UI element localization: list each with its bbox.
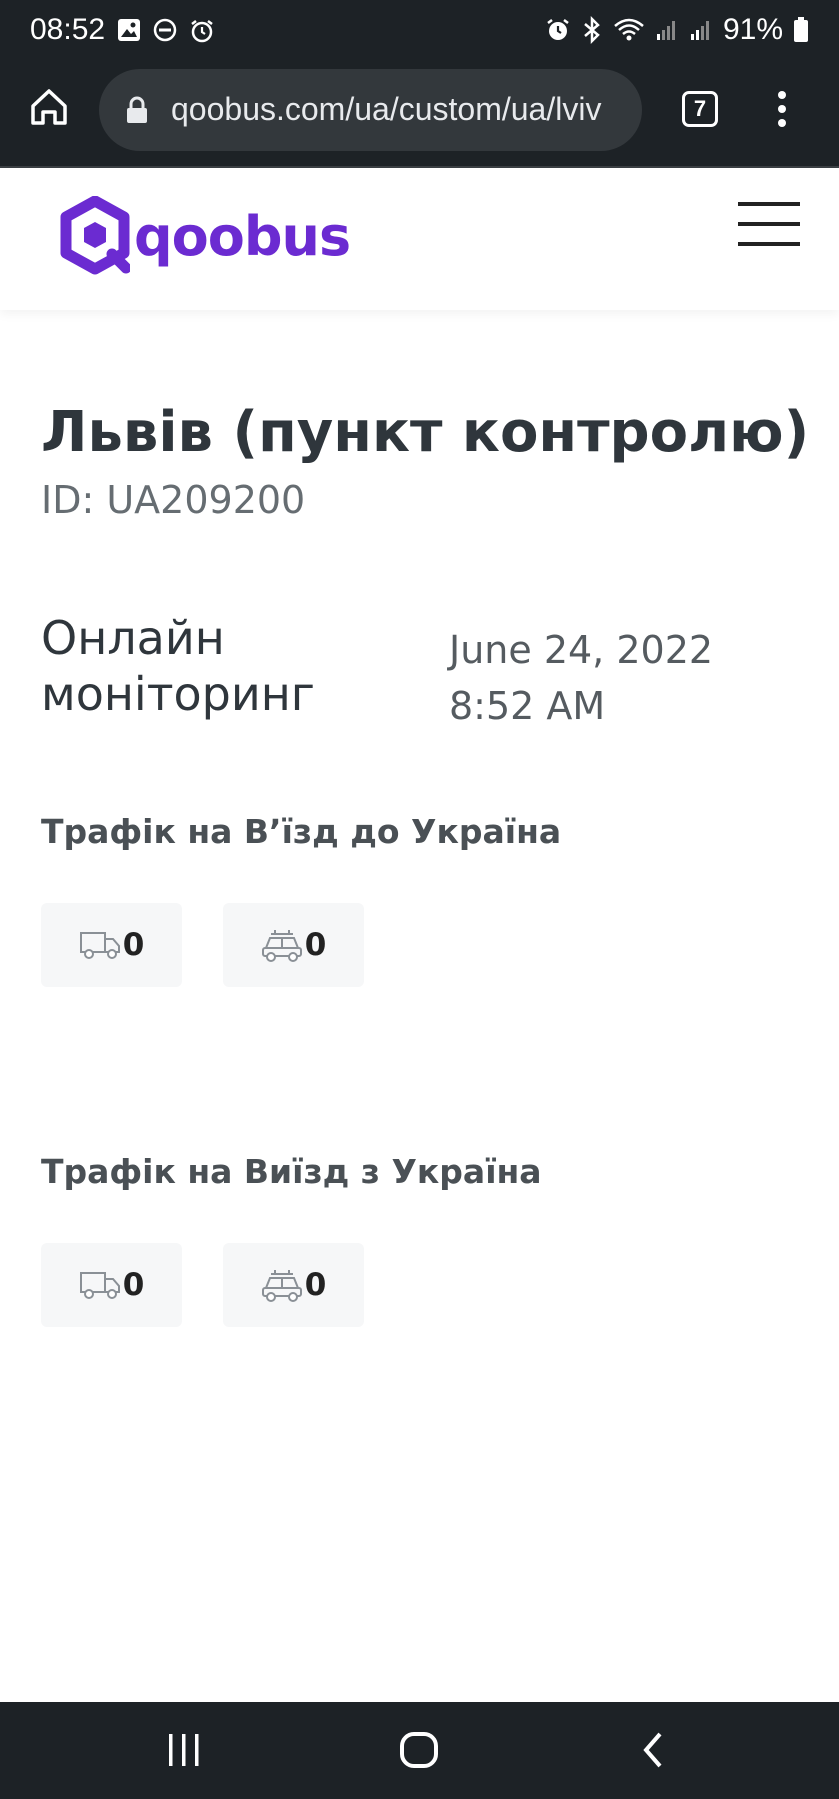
hamburger-menu-button[interactable] xyxy=(738,202,800,246)
lock-icon xyxy=(126,96,148,129)
entry-traffic-row: 0 0 xyxy=(41,903,364,987)
browser-menu-button[interactable] xyxy=(770,88,794,130)
address-bar[interactable]: qoobus.com/ua/custom/ua/lviv xyxy=(99,69,642,151)
truck-icon xyxy=(79,1272,120,1299)
site-header: qoobus xyxy=(0,170,839,310)
logo[interactable]: qoobus xyxy=(60,196,351,276)
recent-apps-icon xyxy=(169,1734,199,1766)
entry-car-count-box: 0 xyxy=(223,903,364,987)
battery-icon xyxy=(793,17,809,43)
dnd-icon xyxy=(153,18,177,44)
back-button[interactable] xyxy=(638,1730,668,1775)
monitoring-datetime: June 24, 2022 8:52 AM xyxy=(449,622,713,734)
exit-traffic-title: Трафік на Виїзд з Україна xyxy=(41,1152,542,1191)
signal-icon xyxy=(689,18,713,42)
home-circle-icon xyxy=(400,1732,438,1768)
exit-car-count: 0 xyxy=(304,1267,327,1303)
entry-truck-count-box: 0 xyxy=(41,903,182,987)
home-icon xyxy=(31,89,67,125)
wifi-icon xyxy=(613,17,645,43)
alarm-icon xyxy=(545,17,571,43)
tabs-button[interactable]: 7 xyxy=(682,91,718,127)
exit-truck-count: 0 xyxy=(122,1267,145,1303)
exit-car-count-box: 0 xyxy=(223,1243,364,1327)
menu-icon-bar xyxy=(738,202,800,206)
recent-apps-button[interactable] xyxy=(166,1730,202,1775)
monitoring-date: June 24, 2022 xyxy=(449,628,714,672)
logo-icon xyxy=(60,196,130,275)
truck-icon xyxy=(79,932,120,959)
exit-truck-count-box: 0 xyxy=(41,1243,182,1327)
exit-traffic-row: 0 0 xyxy=(41,1243,364,1327)
car-icon xyxy=(261,930,302,962)
status-bar: 08:52 91% xyxy=(0,0,839,62)
home-button[interactable] xyxy=(28,86,70,128)
bluetooth-icon xyxy=(581,16,603,44)
signal-icon xyxy=(655,18,679,42)
checkpoint-id: ID: UA209200 xyxy=(41,478,306,522)
menu-icon-bar xyxy=(738,242,800,246)
image-icon xyxy=(117,18,141,44)
more-vert-icon xyxy=(778,91,786,127)
menu-icon-bar xyxy=(738,222,800,226)
page-title: Львів (пункт контролю) xyxy=(41,400,810,465)
browser-toolbar: qoobus.com/ua/custom/ua/lviv 7 xyxy=(0,62,839,168)
entry-truck-count: 0 xyxy=(122,927,145,963)
android-nav-bar xyxy=(0,1702,839,1799)
back-chevron-icon xyxy=(643,1732,662,1768)
battery-level: 91% xyxy=(722,13,783,46)
status-time: 08:52 xyxy=(30,13,106,46)
status-left-icons xyxy=(117,18,215,44)
url-text: qoobus.com/ua/custom/ua/lviv xyxy=(171,91,602,127)
alarm-icon xyxy=(189,18,215,44)
logo-text: qoobus xyxy=(134,204,351,268)
status-right-icons: 91% xyxy=(545,12,809,48)
monitoring-time: 8:52 AM xyxy=(449,684,606,728)
home-nav-button[interactable] xyxy=(399,1730,439,1775)
monitoring-label: Онлайн моніторинг xyxy=(41,611,315,721)
entry-traffic-title: Трафік на В’їзд до Україна xyxy=(41,812,562,851)
entry-car-count: 0 xyxy=(304,927,327,963)
car-icon xyxy=(261,1270,302,1302)
